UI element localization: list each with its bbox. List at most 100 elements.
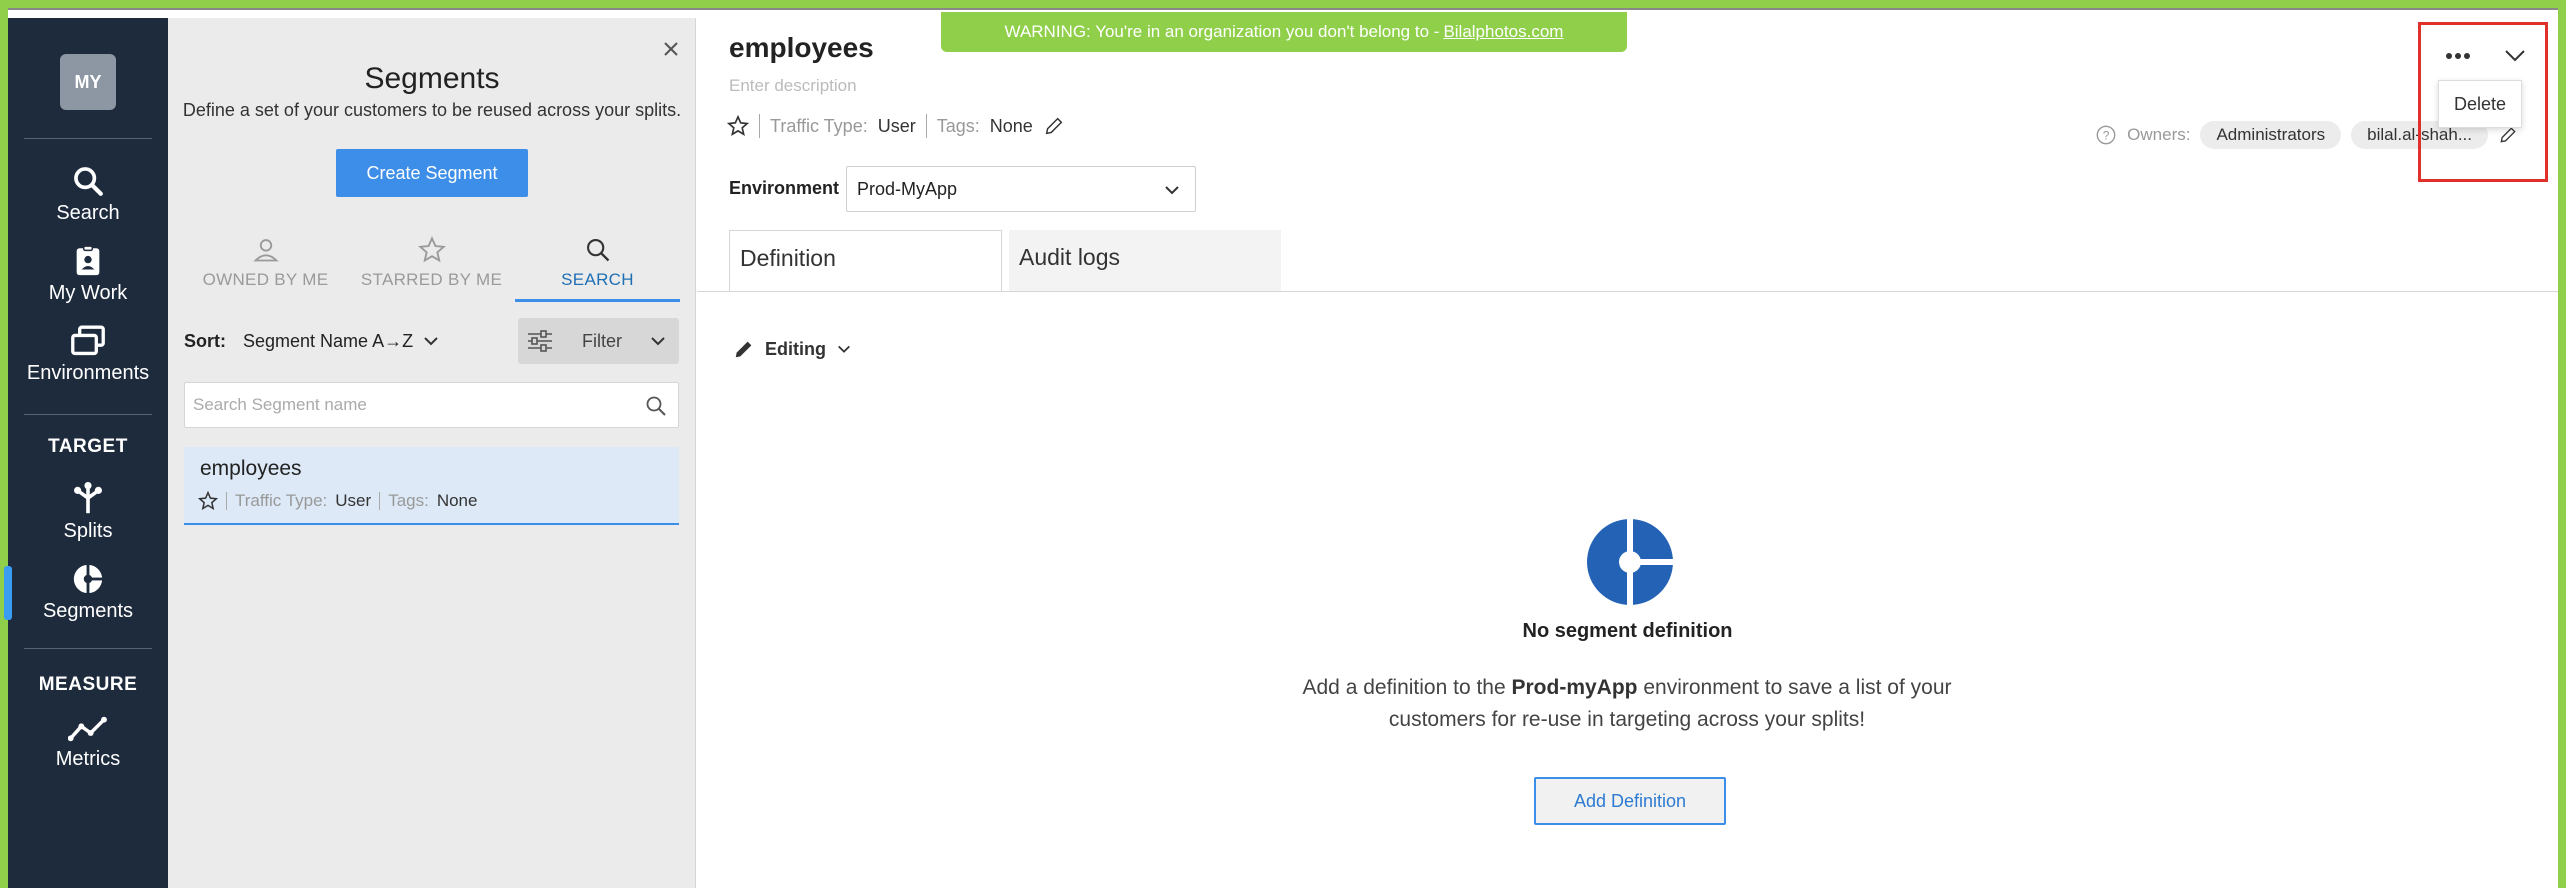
tab-owned-by-me[interactable]: OWNED BY ME: [183, 228, 348, 302]
pencil-icon[interactable]: [1043, 115, 1065, 137]
tab-starred-label: STARRED BY ME: [360, 270, 503, 289]
divider: [759, 114, 760, 138]
tab-definition[interactable]: Definition: [729, 230, 1002, 292]
nav-environments[interactable]: Environments: [8, 324, 168, 385]
segment-logo-icon: [1587, 518, 1674, 606]
left-nav: MY Search My Work Environments TARGET Sp…: [4, 18, 168, 888]
tab-starred-by-me[interactable]: STARRED BY ME: [349, 228, 514, 302]
panel-subtitle: Define a set of your customers to be reu…: [182, 100, 682, 120]
user-icon: [252, 239, 279, 262]
nav-divider: [24, 138, 152, 139]
tab-owned-label: OWNED BY ME: [202, 270, 329, 289]
tab-search-label: SEARCH: [561, 270, 634, 289]
owners-label: Owners:: [2127, 125, 2191, 144]
divider: [379, 492, 381, 510]
nav-segments[interactable]: Segments: [8, 562, 168, 623]
help-icon[interactable]: ?: [2095, 124, 2117, 146]
pencil-icon: [735, 341, 752, 358]
segment-search-input[interactable]: [193, 383, 623, 427]
traffic-type-label: Traffic Type:: [235, 491, 328, 510]
left-border: [0, 0, 8, 888]
editing-label: Editing: [765, 338, 826, 359]
add-definition-button[interactable]: Add Definition: [1534, 777, 1726, 825]
traffic-type-value: User: [335, 491, 372, 510]
star-icon[interactable]: [198, 491, 218, 511]
segments-panel: Segments Define a set of your customers …: [168, 18, 696, 888]
nav-splits[interactable]: Splits: [8, 480, 168, 543]
divider: [226, 492, 227, 510]
close-panel-button[interactable]: [663, 36, 679, 64]
sort-dropdown[interactable]: Segment Name A→Z: [243, 331, 413, 352]
warning-link[interactable]: Bilalphotos.com: [1443, 22, 1563, 42]
tab-audit-logs[interactable]: Audit logs: [1009, 230, 1281, 292]
tags-label: Tags:: [936, 115, 980, 136]
chevron-down-icon[interactable]: [422, 332, 440, 350]
nav-metrics[interactable]: Metrics: [8, 714, 168, 771]
search-icon: [74, 167, 103, 196]
tags-value: None: [436, 491, 478, 510]
filter-dropdown[interactable]: Filter: [518, 318, 679, 364]
tab-divider: [697, 291, 2558, 292]
sort-label: Sort:: [184, 331, 226, 351]
traffic-type-value: User: [877, 115, 916, 136]
highlight-box: [2418, 22, 2548, 182]
tab-search[interactable]: SEARCH: [515, 228, 680, 302]
segment-name: employees: [200, 457, 302, 480]
nav-segments-label: Segments: [42, 600, 134, 622]
metrics-icon: [68, 716, 107, 742]
segment-search: [184, 382, 679, 428]
split-icon: [74, 481, 102, 514]
list-item[interactable]: employees Traffic Type: User Tags: None: [184, 447, 679, 525]
traffic-type-label: Traffic Type:: [770, 115, 868, 136]
nav-my-work[interactable]: My Work: [8, 244, 168, 305]
nav-environments-label: Environments: [26, 362, 150, 384]
empty-state-text: Add a definition to the Prod-myApp envir…: [1302, 676, 1952, 731]
segment-meta: Traffic Type: User Tags: None: [198, 491, 477, 511]
org-avatar[interactable]: MY: [60, 54, 116, 110]
environment-select[interactable]: Prod-MyApp: [846, 166, 1196, 212]
search-icon: [586, 239, 609, 262]
search-icon[interactable]: [644, 394, 668, 418]
divider: [925, 114, 927, 138]
org-warning-banner: WARNING: You're in an organization you d…: [941, 12, 1627, 52]
empty-env-name: Prod-myApp: [1511, 676, 1638, 699]
editing-dropdown[interactable]: Editing: [733, 338, 852, 360]
nav-divider: [24, 648, 152, 649]
nav-metrics-label: Metrics: [55, 748, 121, 770]
nav-my-work-label: My Work: [48, 282, 128, 304]
warning-text: WARNING: You're in an organization you d…: [1004, 22, 1440, 41]
top-border: [0, 0, 2566, 10]
badge-icon: [76, 245, 100, 276]
environment-value: Prod-MyApp: [857, 179, 958, 199]
environment-label: Environment: [729, 178, 840, 198]
nav-search[interactable]: Search: [8, 164, 168, 225]
description-field[interactable]: Enter description: [729, 76, 857, 96]
chevron-down-icon: [1165, 186, 1179, 195]
star-icon[interactable]: [727, 115, 749, 137]
chevron-down-icon: [651, 337, 665, 346]
chevron-down-icon: [838, 345, 850, 353]
windows-icon: [71, 325, 105, 356]
empty-state-title: No segment definition: [1522, 620, 1733, 642]
panel-tabs: OWNED BY ME STARRED BY ME SEARCH: [183, 228, 680, 302]
star-icon: [417, 236, 446, 263]
nav-search-label: Search: [56, 202, 120, 224]
main-content: WARNING: You're in an organization you d…: [697, 12, 2558, 888]
nav-splits-label: Splits: [63, 520, 113, 542]
page-title[interactable]: employees: [729, 32, 874, 64]
nav-section-measure: MEASURE: [38, 674, 138, 695]
owner-chip: Administrators: [2200, 121, 2342, 149]
nav-section-target: TARGET: [48, 436, 128, 457]
tags-value: None: [989, 115, 1033, 136]
close-icon: [664, 42, 678, 56]
filter-label: Filter: [582, 331, 622, 351]
segment-meta-row: Traffic Type: User Tags: None: [727, 114, 1065, 138]
sliders-icon: [528, 330, 552, 352]
tags-label: Tags:: [388, 491, 429, 510]
right-border: [2558, 0, 2566, 888]
nav-divider: [24, 414, 152, 415]
svg-text:?: ?: [2103, 129, 2110, 143]
panel-title: Segments: [364, 62, 500, 95]
segment-icon: [73, 563, 104, 595]
create-segment-button[interactable]: Create Segment: [336, 149, 528, 197]
